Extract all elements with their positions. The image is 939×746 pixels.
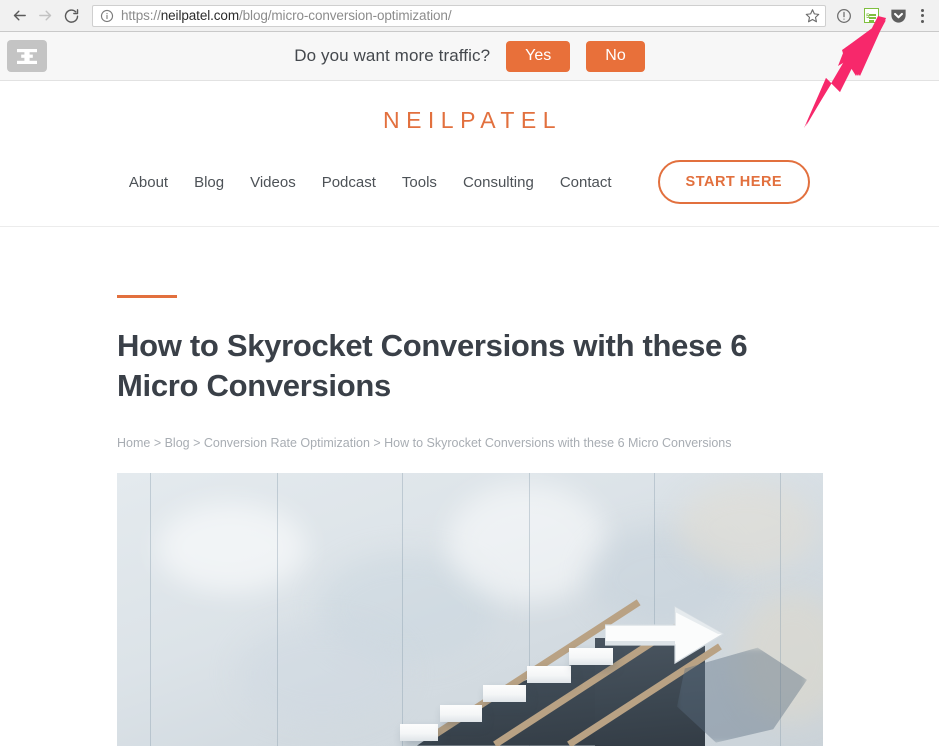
url-host: neilpatel.com: [160, 8, 239, 23]
hero-image: [117, 472, 823, 746]
page-title: How to Skyrocket Conversions with these …: [117, 328, 748, 404]
back-arrow-icon[interactable]: [6, 3, 32, 29]
hello-bar-content: Do you want more traffic? Yes No: [294, 40, 645, 72]
hellobar-logo-icon[interactable]: [7, 40, 47, 72]
info-circle-icon[interactable]: [100, 9, 114, 23]
nav-item-podcast[interactable]: Podcast: [322, 174, 376, 191]
nav-item-about[interactable]: About: [129, 174, 168, 191]
article-body: How to Skyrocket Conversions with these …: [0, 295, 939, 746]
url-path: /blog/micro-conversion-optimization/: [238, 8, 452, 23]
nav-item-contact[interactable]: Contact: [560, 174, 612, 191]
nav-item-videos[interactable]: Videos: [250, 174, 296, 191]
nav-item-tools[interactable]: Tools: [402, 174, 437, 191]
forward-arrow-icon[interactable]: [32, 3, 58, 29]
address-bar[interactable]: https://neilpatel.com/blog/micro-convers…: [92, 4, 826, 27]
info-circle-outline-icon[interactable]: [831, 3, 857, 29]
browser-toolbar: https://neilpatel.com/blog/micro-convers…: [0, 0, 939, 32]
url-scheme: https://: [121, 8, 161, 23]
start-here-button[interactable]: START HERE: [657, 160, 811, 204]
main-navigation: About Blog Videos Podcast Tools Consulti…: [0, 160, 939, 204]
reload-icon[interactable]: [58, 3, 84, 29]
reader-extension-icon[interactable]: 5: [858, 3, 884, 29]
hello-bar-no-button[interactable]: No: [586, 40, 645, 72]
pocket-extension-icon[interactable]: [885, 3, 911, 29]
three-dot-menu-icon[interactable]: [911, 3, 933, 29]
star-icon[interactable]: [803, 7, 821, 25]
accent-divider: [117, 295, 177, 298]
nav-item-consulting[interactable]: Consulting: [463, 174, 534, 191]
site-header: NEILPATEL About Blog Videos Podcast Tool…: [0, 81, 939, 227]
reader-glyph: 5: [863, 8, 879, 23]
hello-bar-question: Do you want more traffic?: [294, 46, 491, 65]
breadcrumb: Home > Blog > Conversion Rate Optimizati…: [117, 435, 732, 450]
site-logo[interactable]: NEILPATEL: [0, 107, 939, 134]
hello-bar-yes-button[interactable]: Yes: [506, 40, 571, 72]
hello-bar: Do you want more traffic? Yes No: [0, 32, 939, 81]
nav-item-blog[interactable]: Blog: [194, 174, 224, 191]
url-text[interactable]: https://neilpatel.com/blog/micro-convers…: [121, 8, 803, 23]
